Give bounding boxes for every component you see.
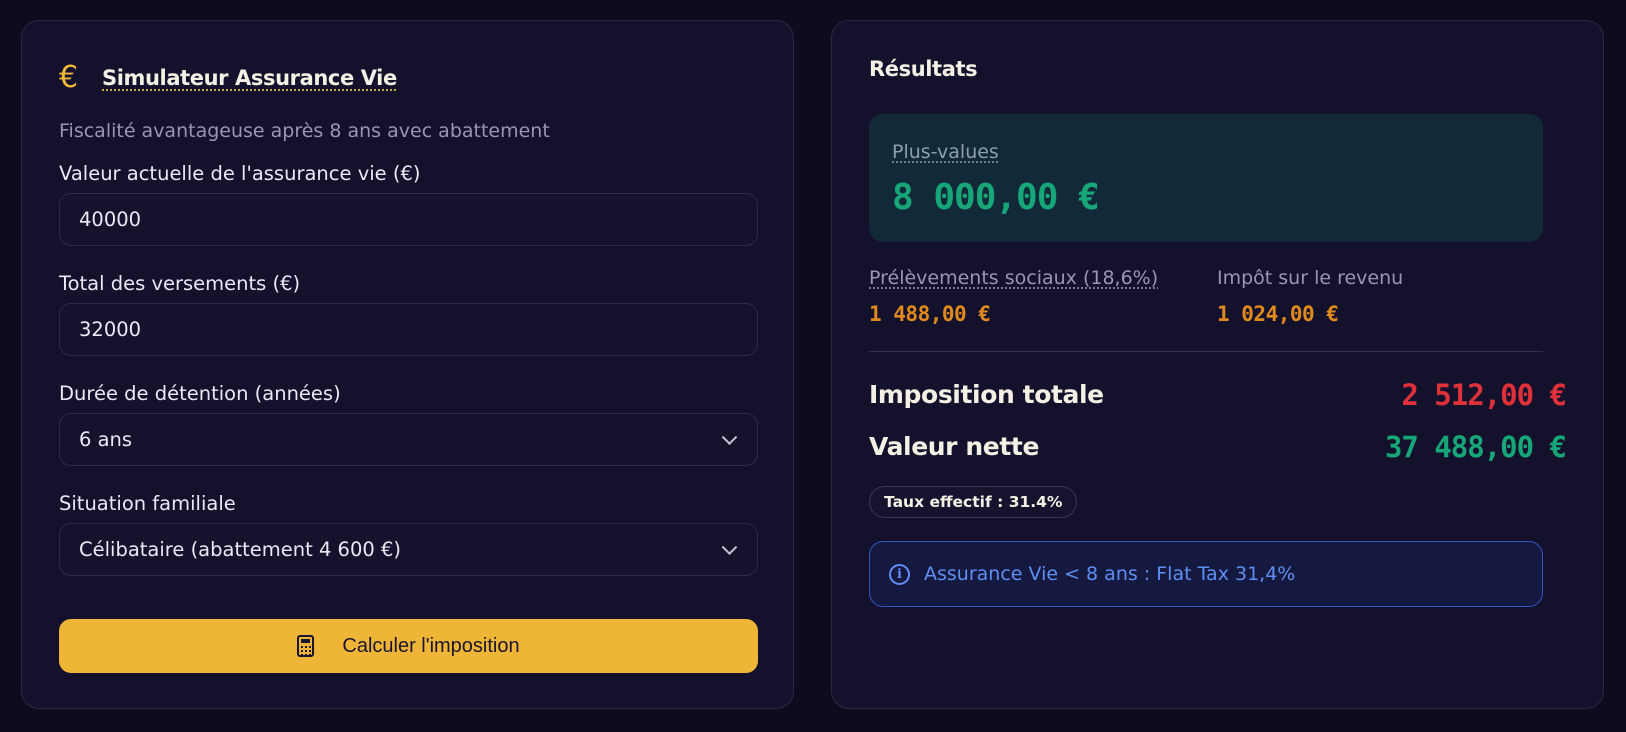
current-value-label: Valeur actuelle de l'assurance vie (€) [59, 162, 421, 185]
total-payments-text: 32000 [79, 318, 142, 341]
holding-duration-select[interactable]: 6 ans [59, 413, 758, 466]
simulator-subtitle: Fiscalité avantageuse après 8 ans avec a… [59, 120, 550, 142]
holding-duration-label: Durée de détention (années) [59, 382, 341, 405]
family-situation-label: Situation familiale [59, 492, 236, 515]
total-tax-label: Imposition totale [869, 380, 1104, 409]
info-icon: i [889, 563, 910, 585]
net-value-label: Valeur nette [869, 432, 1040, 461]
results-title: Résultats [869, 57, 978, 81]
family-situation-value: Célibataire (abattement 4 600 €) [79, 538, 401, 561]
income-tax-label: Impôt sur le revenu [1217, 267, 1404, 289]
total-tax-value: 2 512,00 € [1401, 378, 1567, 412]
gains-label: Plus-values [892, 141, 999, 163]
calculate-button[interactable]: Calculer l'imposition [59, 619, 758, 673]
simulator-title: Simulateur Assurance Vie [102, 66, 397, 90]
simulator-card: € Simulateur Assurance Vie Fiscalité ava… [21, 20, 794, 709]
gains-value: 8 000,00 € [892, 177, 1100, 218]
info-text: Assurance Vie < 8 ans : Flat Tax 31,4% [924, 563, 1296, 585]
calculate-button-label: Calculer l'imposition [342, 634, 520, 657]
calculator-icon [297, 635, 315, 657]
euro-icon: € [59, 60, 79, 95]
gains-panel: Plus-values 8 000,00 € [869, 114, 1543, 242]
family-situation-select[interactable]: Célibataire (abattement 4 600 €) [59, 523, 758, 576]
chevron-down-icon [721, 538, 738, 555]
results-divider [869, 351, 1543, 352]
net-value-value: 37 488,00 € [1384, 430, 1567, 464]
chevron-down-icon [721, 428, 738, 445]
results-card: Résultats Plus-values 8 000,00 € Prélève… [831, 20, 1604, 709]
current-value-input[interactable]: 40000 [59, 193, 758, 246]
holding-duration-value: 6 ans [79, 428, 133, 451]
effective-rate-badge: Taux effectif : 31.4% [869, 486, 1078, 518]
social-charges-value: 1 488,00 € [869, 302, 991, 326]
total-payments-input[interactable]: 32000 [59, 303, 758, 356]
total-payments-label: Total des versements (€) [59, 272, 301, 295]
info-alert: i Assurance Vie < 8 ans : Flat Tax 31,4% [869, 541, 1543, 607]
social-charges-label: Prélèvements sociaux (18,6%) [869, 267, 1159, 289]
current-value-text: 40000 [79, 208, 142, 231]
simulator-header: € Simulateur Assurance Vie [59, 58, 397, 98]
income-tax-value: 1 024,00 € [1217, 302, 1339, 326]
